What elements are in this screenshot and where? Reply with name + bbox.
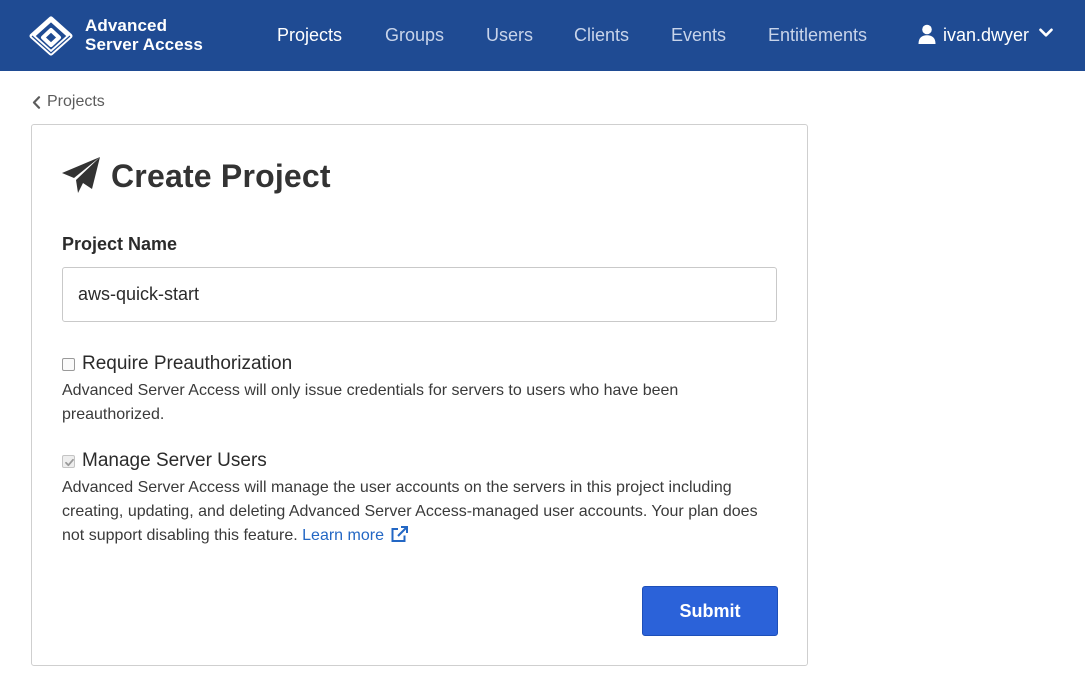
nav-item-groups[interactable]: Groups bbox=[385, 23, 444, 47]
manage-server-users-checkbox bbox=[62, 455, 75, 468]
brand[interactable]: Advanced Server Access bbox=[29, 15, 219, 57]
checkmark-icon bbox=[65, 458, 74, 467]
external-link-icon bbox=[391, 526, 408, 542]
create-project-card: Create Project Project Name Require Prea… bbox=[31, 124, 808, 666]
brand-name-line1: Advanced bbox=[85, 16, 168, 35]
breadcrumb-label: Projects bbox=[47, 93, 105, 110]
submit-button[interactable]: Submit bbox=[642, 586, 778, 636]
manage-server-users-label: Manage Server Users bbox=[82, 450, 267, 471]
chevron-left-icon bbox=[32, 96, 41, 109]
project-name-label: Project Name bbox=[62, 234, 178, 254]
user-name: ivan.dwyer bbox=[943, 25, 1030, 45]
learn-more-link[interactable]: Learn more bbox=[302, 526, 408, 544]
nav-item-clients[interactable]: Clients bbox=[574, 23, 629, 47]
user-icon bbox=[918, 24, 936, 44]
brand-name-line2: Server Access bbox=[85, 35, 203, 54]
project-name-input[interactable] bbox=[62, 267, 777, 322]
require-preauthorization-help: Advanced Server Access will only issue c… bbox=[62, 382, 679, 423]
require-preauthorization-checkbox[interactable] bbox=[62, 358, 75, 371]
chevron-down-icon bbox=[1039, 28, 1053, 37]
learn-more-label: Learn more bbox=[302, 527, 384, 544]
require-preauthorization-label[interactable]: Require Preauthorization bbox=[82, 353, 292, 375]
paper-plane-icon bbox=[62, 157, 100, 193]
brand-name: Advanced Server Access bbox=[85, 16, 203, 54]
nav-item-events[interactable]: Events bbox=[671, 23, 726, 47]
manage-server-users-help: Advanced Server Access will manage the u… bbox=[62, 476, 777, 548]
page-title: Create Project bbox=[111, 158, 331, 194]
nav-item-entitlements[interactable]: Entitlements bbox=[768, 23, 867, 47]
asa-logo-icon bbox=[29, 16, 73, 56]
manage-server-users-help-text: Advanced Server Access will manage the u… bbox=[62, 479, 758, 544]
top-navigation-bar: Advanced Server Access Projects Groups U… bbox=[0, 0, 1085, 71]
nav-item-projects[interactable]: Projects bbox=[277, 23, 342, 47]
nav-item-users[interactable]: Users bbox=[486, 23, 533, 47]
